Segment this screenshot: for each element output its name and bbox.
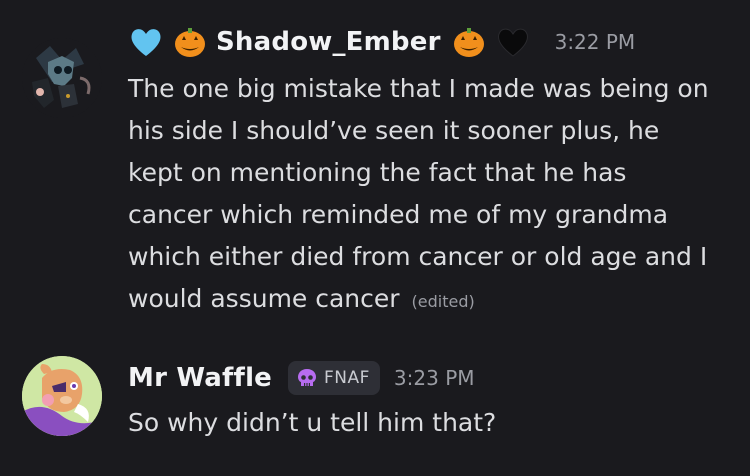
username[interactable]: Mr Waffle bbox=[128, 363, 272, 393]
message-header: Shadow_Ember 3:22 PM bbox=[128, 14, 728, 70]
timestamp: 3:23 PM bbox=[393, 366, 475, 390]
user-avatar[interactable] bbox=[22, 356, 102, 436]
user-avatar[interactable] bbox=[22, 38, 102, 118]
tag-label: FNAF bbox=[324, 368, 370, 388]
timestamp: 3:22 PM bbox=[554, 30, 636, 54]
message-body: The one big mistake that I made was bein… bbox=[128, 74, 709, 313]
black-heart-icon bbox=[495, 24, 531, 60]
message-header: Mr Waffle FNAF 3:23 PM bbox=[128, 352, 728, 404]
light-blue-heart-icon bbox=[128, 24, 164, 60]
message-content: Shadow_Ember 3:22 PM The one big mistake… bbox=[128, 14, 728, 323]
message-content: Mr Waffle FNAF 3:23 PM So why didn’t u t… bbox=[128, 352, 728, 444]
avatar-image bbox=[22, 38, 102, 118]
jack-o-lantern-icon bbox=[451, 24, 487, 60]
edited-label: (edited) bbox=[411, 292, 475, 311]
jack-o-lantern-icon bbox=[172, 24, 208, 60]
message-body: So why didn’t u tell him that? bbox=[128, 408, 497, 437]
username[interactable]: Shadow_Ember bbox=[216, 27, 441, 57]
purple-skull-icon bbox=[296, 367, 318, 389]
message-text: The one big mistake that I made was bein… bbox=[128, 68, 718, 323]
message-text: So why didn’t u tell him that? bbox=[128, 402, 718, 444]
avatar-image bbox=[22, 356, 102, 436]
server-tag[interactable]: FNAF bbox=[288, 361, 380, 395]
